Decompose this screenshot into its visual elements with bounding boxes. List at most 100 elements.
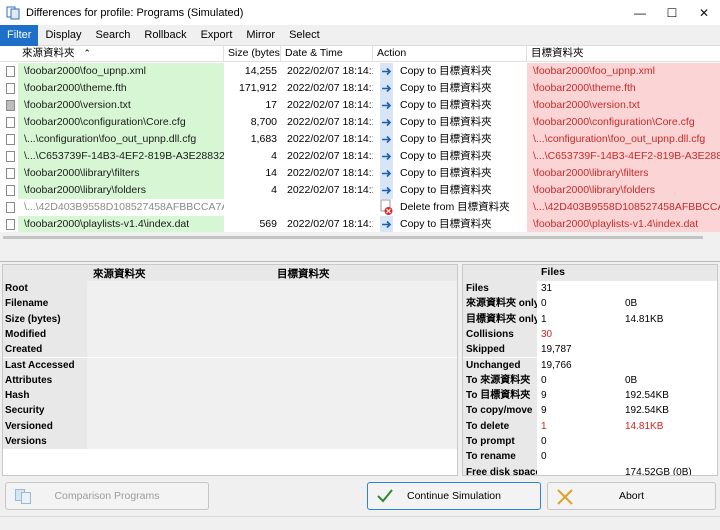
detail-label: Versioned (3, 418, 87, 434)
table-row[interactable]: \foobar2000\library\folders 4 2022/02/07 1… (0, 182, 720, 199)
menu-mirror[interactable]: Mirror (239, 25, 282, 46)
menu-export[interactable]: Export (194, 25, 240, 46)
abort-button[interactable]: Abort (547, 482, 716, 510)
file-details-panel: 來源資料夾 目標資料夾 Root Filename Size (bytes) Modi… (2, 264, 458, 476)
source-path: \...\configuration\foo_out_upnp.dll.cfg (18, 131, 224, 148)
stat-row: 目標資料夾 only 1 14.81KB (463, 311, 717, 327)
menu-rollback[interactable]: Rollback (137, 25, 193, 46)
continue-simulation-label: Continue Simulation (407, 490, 501, 502)
minimize-button[interactable]: — (624, 0, 656, 25)
stat-count: 9 (541, 390, 547, 402)
action-text: Copy to 目標資料夾 (400, 82, 492, 94)
stat-row: To 來源資料夾 0 0B (463, 372, 717, 389)
maximize-button[interactable]: ☐ (656, 0, 688, 25)
file-size (224, 199, 280, 216)
stats-header: Files (463, 265, 717, 281)
column-header-destination[interactable]: 目標資料夾 (527, 46, 720, 62)
copy-right-arrow-icon (380, 216, 393, 232)
table-row[interactable]: \foobar2000\theme.fth 171,912 2022/02/07 1… (0, 80, 720, 97)
stat-label: Collisions (463, 326, 537, 343)
detail-value (87, 311, 457, 327)
column-header-source[interactable]: 來源資料夾 ⌃ (18, 46, 224, 62)
close-button[interactable]: ✕ (688, 0, 720, 25)
stat-count: 30 (541, 328, 553, 340)
table-row[interactable]: \...\C653739F-14B3-4EF2-819B-A3E2883230A… (0, 148, 720, 165)
file-date: 2022/02/07 18:14:13 (287, 65, 373, 77)
action-text: Copy to 目標資料夾 (400, 184, 492, 196)
destination-path: \foobar2000\version.txt (527, 97, 720, 114)
table-row[interactable]: \foobar2000\configuration\Core.cfg 8,700 2… (0, 114, 720, 131)
stat-size: 192.54KB (625, 405, 669, 417)
table-row[interactable]: \...\configuration\foo_out_upnp.dll.cfg 1… (0, 131, 720, 148)
copy-right-arrow-icon (380, 63, 393, 80)
copy-right-arrow-icon (380, 182, 393, 199)
stat-label: To copy/move (463, 403, 537, 419)
stat-label: To prompt (463, 434, 537, 450)
detail-value (87, 281, 457, 297)
stat-count: 0 (541, 451, 547, 463)
file-icon (6, 83, 15, 94)
detail-label: Versions (3, 434, 87, 450)
menu-bar: Filter Display Search Rollback Export Mi… (0, 25, 720, 46)
stat-label: Files (463, 281, 537, 297)
stat-label: 來源資料夾 only (463, 296, 537, 312)
detail-value (87, 418, 457, 434)
column-header-action[interactable]: Action (373, 46, 527, 62)
panel-splitter[interactable] (0, 244, 720, 262)
detail-value (87, 357, 457, 373)
destination-path: \...\42D403B9558D108527458AFBBCCA7AC3.fp… (527, 199, 720, 216)
column-header-source-label: 來源資料夾 (22, 47, 75, 59)
stat-row: Files 31 (463, 281, 717, 297)
stat-count: 31 (541, 283, 553, 294)
source-path: \foobar2000\configuration\Core.cfg (18, 114, 224, 131)
table-row[interactable]: \foobar2000\version.txt 17 2022/02/07 18:1… (0, 97, 720, 114)
table-row[interactable]: \foobar2000\playlists-v1.4\index.dat 569 2… (0, 216, 720, 232)
stat-count: 0 (541, 374, 547, 386)
destination-path: \foobar2000\playlists-v1.4\index.dat (527, 216, 720, 232)
column-header-size[interactable]: Size (bytes) (224, 46, 281, 62)
file-date: 2022/02/07 18:14:13 (287, 82, 373, 94)
source-path: \...\42D403B9558D108527458AFBBCCA7AC3.fp… (24, 201, 224, 213)
action-text: Copy to 目標資料夾 (400, 99, 492, 111)
menu-select[interactable]: Select (282, 25, 327, 46)
source-path: \foobar2000\theme.fth (18, 80, 224, 97)
scrollbar-thumb[interactable] (3, 236, 703, 239)
destination-path: \foobar2000\library\filters (527, 165, 720, 182)
table-row[interactable]: \foobar2000\foo_upnp.xml 14,255 2022/02/07… (0, 63, 720, 80)
file-size: 171,912 (239, 82, 277, 94)
detail-label: Last Accessed (3, 357, 87, 373)
stat-label: To rename (463, 449, 537, 465)
detail-value (87, 434, 457, 450)
sort-ascending-icon: ⌃ (83, 48, 91, 58)
comparison-programs-button[interactable]: Comparison Programs (5, 482, 209, 510)
stat-row: 來源資料夾 only 0 0B (463, 296, 717, 312)
detail-label: Created (3, 342, 87, 358)
table-row[interactable]: \...\42D403B9558D108527458AFBBCCA7AC3.fp… (0, 199, 720, 216)
continue-simulation-button[interactable]: Continue Simulation (367, 482, 541, 510)
action-text: Copy to 目標資料夾 (400, 65, 492, 77)
file-icon (6, 100, 15, 111)
file-date: 2022/02/07 18:14:13 (287, 184, 373, 196)
column-header-date[interactable]: Date & Time (281, 46, 373, 62)
copy-right-arrow-icon (380, 80, 393, 97)
file-size: 14 (265, 167, 277, 179)
action-text: Copy to 目標資料夾 (400, 116, 492, 128)
detail-value (87, 342, 457, 358)
file-date: 2022/02/07 18:14:13 (287, 133, 373, 145)
file-icon (6, 219, 15, 230)
horizontal-scrollbar[interactable] (0, 232, 720, 244)
file-size: 8,700 (250, 116, 277, 128)
file-icon (6, 117, 15, 128)
stat-row: Collisions 30 (463, 326, 717, 343)
stat-label: To 目標資料夾 (463, 388, 537, 404)
grid-header: 來源資料夾 ⌃ Size (bytes) Date & Time Action … (0, 46, 720, 62)
table-row[interactable]: \foobar2000\library\filters 14 2022/02/07 … (0, 165, 720, 182)
menu-display[interactable]: Display (38, 25, 88, 46)
differences-grid[interactable]: 來源資料夾 ⌃ Size (bytes) Date & Time Action … (0, 46, 720, 232)
abort-label: Abort (618, 490, 645, 502)
stat-label: To delete (463, 418, 537, 434)
menu-filter[interactable]: Filter (0, 25, 39, 46)
destination-path: \...\configuration\foo_out_upnp.dll.cfg (527, 131, 720, 148)
menu-search[interactable]: Search (89, 25, 138, 46)
detail-label: Root (3, 281, 87, 297)
